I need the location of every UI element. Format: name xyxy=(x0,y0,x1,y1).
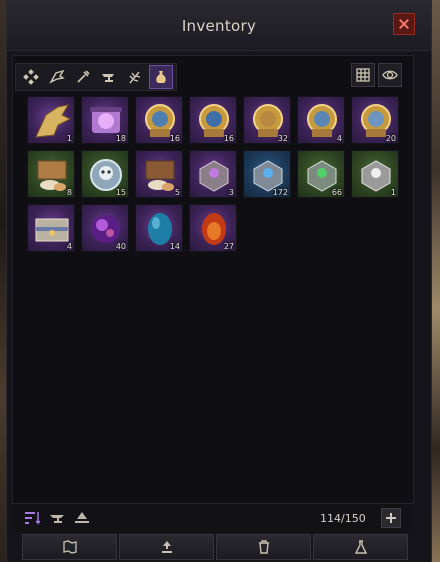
item-quantity: 4 xyxy=(336,134,342,143)
category-tabs xyxy=(15,63,177,91)
item-purple-orb[interactable]: 40 xyxy=(81,204,129,252)
item-skull-coin[interactable]: 15 xyxy=(81,150,129,198)
tab-equipment[interactable] xyxy=(45,65,69,89)
item-quantity: 172 xyxy=(272,188,288,197)
item-treasure-chest[interactable]: 4 xyxy=(27,204,75,252)
item-blue-egg[interactable]: 14 xyxy=(135,204,183,252)
item-lockbox-silver[interactable]: 1 xyxy=(351,150,399,198)
item-quantity: 40 xyxy=(115,242,126,251)
item-quantity: 14 xyxy=(169,242,180,251)
plus-icon[interactable] xyxy=(381,508,401,528)
item-coin-chest-c[interactable]: 32 xyxy=(243,96,291,144)
title-bar[interactable]: Inventory xyxy=(7,0,431,51)
item-coin-chest-e[interactable]: 20 xyxy=(351,96,399,144)
item-food-box-b[interactable]: 5 xyxy=(135,150,183,198)
item-quantity: 8 xyxy=(66,188,72,197)
item-coin-chest-b[interactable]: 16 xyxy=(189,96,237,144)
tab-consumables[interactable] xyxy=(71,65,95,89)
item-red-egg[interactable]: 27 xyxy=(189,204,237,252)
upgrade-button[interactable] xyxy=(119,534,214,560)
grid-diamond-icon xyxy=(23,69,39,85)
item-quantity: 5 xyxy=(174,188,180,197)
filter-anvil-icon[interactable] xyxy=(49,510,67,526)
anvil-icon xyxy=(102,74,114,82)
tab-crafting[interactable] xyxy=(97,65,121,89)
stack-icon[interactable] xyxy=(73,510,91,526)
eye-icon xyxy=(382,70,398,80)
item-quantity: 3 xyxy=(228,188,234,197)
potion-icon xyxy=(77,70,90,83)
tab-misc[interactable] xyxy=(149,65,173,89)
item-quantity: 66 xyxy=(331,188,342,197)
visibility-button[interactable] xyxy=(378,63,402,87)
item-quantity: 15 xyxy=(115,188,126,197)
item-food-box-a[interactable]: 8 xyxy=(27,150,75,198)
flask-icon xyxy=(354,540,367,554)
item-lockbox-green[interactable]: 66 xyxy=(297,150,345,198)
item-quantity: 1 xyxy=(66,134,72,143)
item-quantity: 20 xyxy=(385,134,396,143)
map-button[interactable] xyxy=(22,534,117,560)
trash-icon xyxy=(258,540,269,554)
item-quantity: 16 xyxy=(223,134,234,143)
delete-button[interactable] xyxy=(216,534,311,560)
sort-icon[interactable] xyxy=(24,510,42,526)
close-icon[interactable] xyxy=(393,13,415,35)
grid-view-button[interactable] xyxy=(351,63,375,87)
upgrade-icon xyxy=(161,541,172,553)
item-coin-chest-a[interactable]: 16 xyxy=(135,96,183,144)
window-title: Inventory xyxy=(181,17,257,35)
map-icon xyxy=(62,540,77,554)
item-quantity: 16 xyxy=(169,134,180,143)
item-lockbox-purple[interactable]: 3 xyxy=(189,150,237,198)
item-coin-chest-d[interactable]: 4 xyxy=(297,96,345,144)
item-magic-scroll[interactable]: 18 xyxy=(81,96,129,144)
alchemy-button[interactable] xyxy=(313,534,408,560)
tab-materials[interactable] xyxy=(123,65,147,89)
herb-icon xyxy=(129,71,141,84)
item-quantity: 18 xyxy=(115,134,126,143)
item-quantity: 1 xyxy=(390,188,396,197)
item-quantity: 4 xyxy=(66,242,72,251)
item-quantity: 27 xyxy=(223,242,234,251)
item-quantity: 32 xyxy=(277,134,288,143)
capacity-count: 114/150 xyxy=(320,512,366,525)
pouch-icon xyxy=(156,71,166,83)
grid-view-icon xyxy=(356,68,370,82)
wing-icon xyxy=(49,69,65,84)
tab-all-items[interactable] xyxy=(19,65,43,89)
item-golden-wing[interactable]: 1 xyxy=(27,96,75,144)
item-lockbox-blue[interactable]: 172 xyxy=(243,150,291,198)
